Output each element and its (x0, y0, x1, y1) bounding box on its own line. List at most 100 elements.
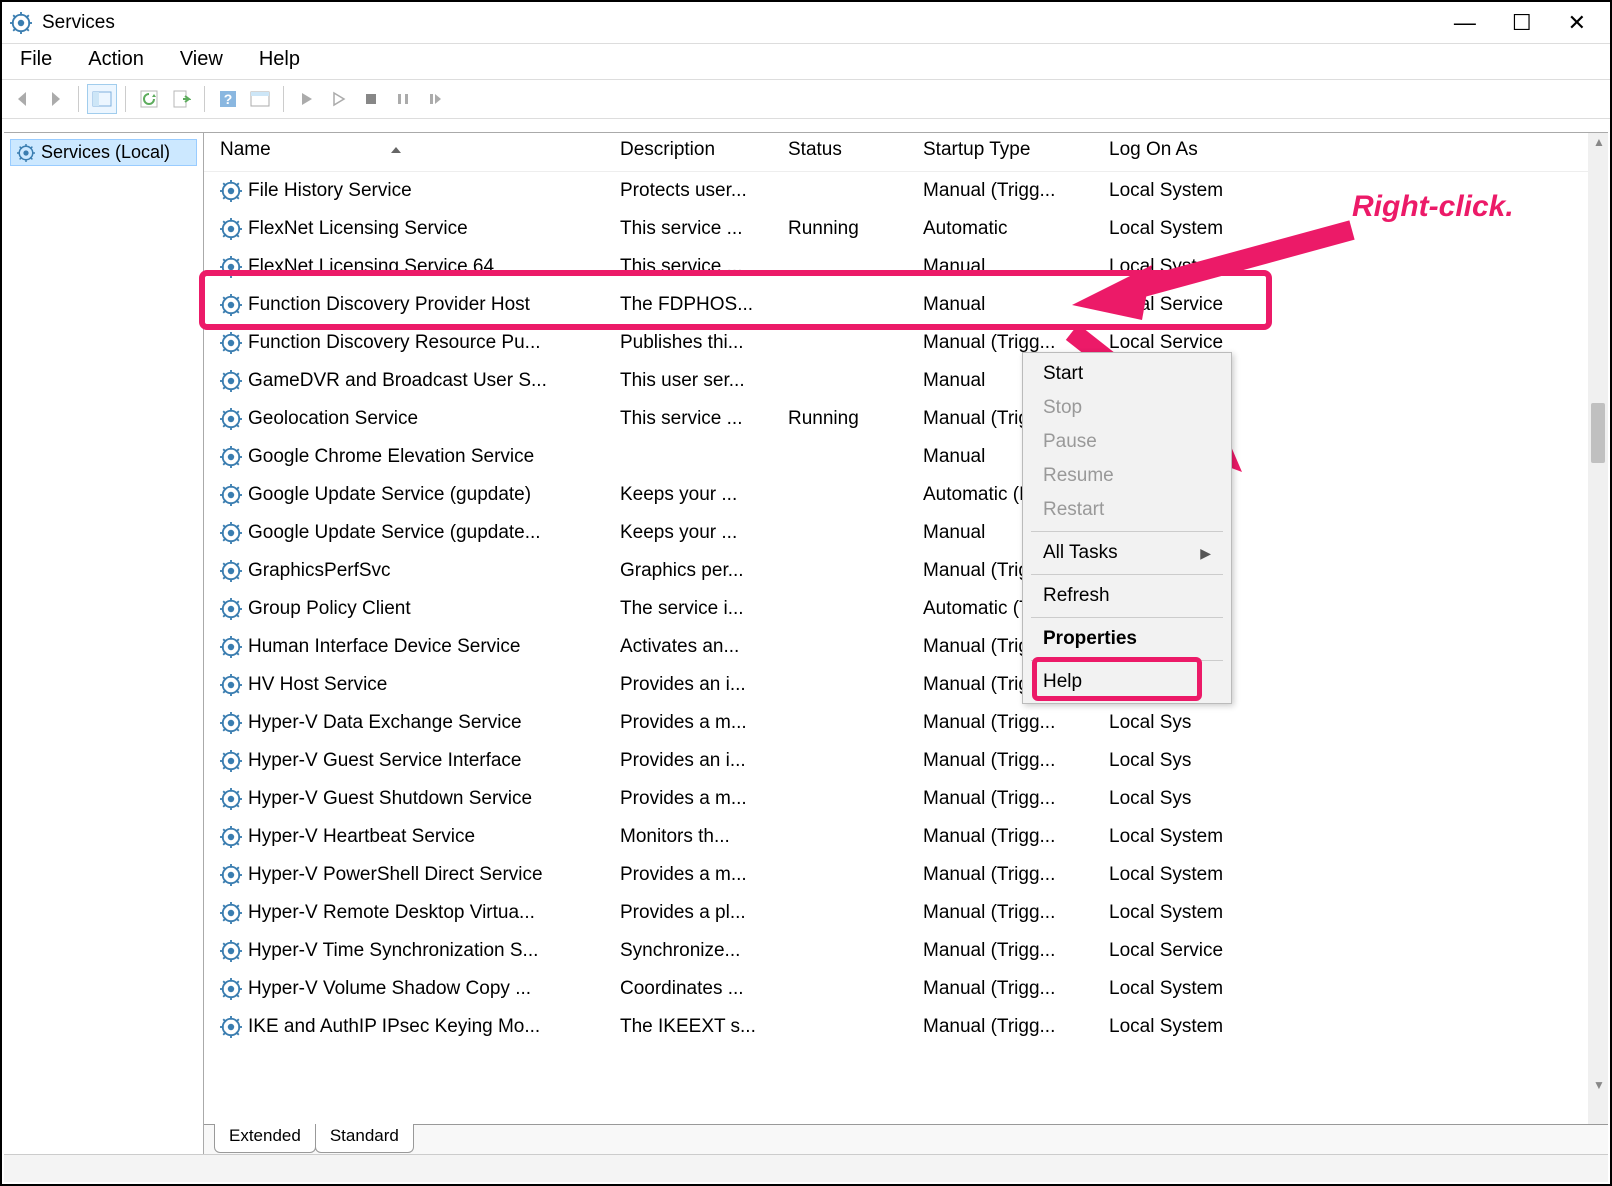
service-startup: Automatic (915, 218, 1101, 240)
svg-text:?: ? (224, 91, 233, 107)
pause-button[interactable] (388, 84, 418, 114)
cm-help[interactable]: Help (1023, 665, 1231, 699)
service-description: The IKEEXT s... (612, 1016, 780, 1038)
play-button[interactable] (292, 84, 322, 114)
gear-icon (220, 788, 242, 810)
col-header-logon[interactable]: Log On As (1101, 137, 1301, 163)
tab-extended[interactable]: Extended (214, 1124, 316, 1153)
service-logon: Local System (1101, 978, 1301, 1000)
service-row[interactable]: GraphicsPerfSvcGraphics per...Manual (Tr… (204, 552, 1608, 590)
service-description: Keeps your ... (612, 484, 780, 506)
tab-standard[interactable]: Standard (315, 1124, 414, 1153)
gear-icon (220, 560, 242, 582)
service-logon: Local Service (1101, 294, 1301, 316)
service-startup: Manual (Trigg... (915, 788, 1101, 810)
service-row[interactable]: GameDVR and Broadcast User S...This user… (204, 362, 1608, 400)
service-row[interactable]: HV Host ServiceProvides an i...Manual (T… (204, 666, 1608, 704)
maximize-button[interactable]: ☐ (1512, 10, 1532, 36)
service-row[interactable]: Hyper-V Heartbeat ServiceMonitors th...M… (204, 818, 1608, 856)
cm-start[interactable]: Start (1023, 357, 1231, 391)
service-row[interactable]: Hyper-V Guest Service InterfaceProvides … (204, 742, 1608, 780)
vertical-scrollbar[interactable]: ▲ ▼ (1588, 133, 1608, 1124)
gear-icon (220, 1016, 242, 1038)
service-startup: Manual (Trigg... (915, 750, 1101, 772)
nav-forward-button[interactable] (40, 84, 70, 114)
stop-button[interactable] (356, 84, 386, 114)
refresh-button[interactable] (134, 84, 164, 114)
show-hide-tree-button[interactable] (87, 84, 117, 114)
gear-icon (220, 674, 242, 696)
service-description: Coordinates ... (612, 978, 780, 1000)
scroll-up-icon[interactable]: ▲ (1593, 135, 1605, 149)
service-row[interactable]: Hyper-V Data Exchange ServiceProvides a … (204, 704, 1608, 742)
service-status: Running (780, 218, 915, 240)
close-button[interactable]: ✕ (1568, 10, 1586, 36)
menu-action[interactable]: Action (88, 48, 144, 71)
service-row[interactable]: Hyper-V Volume Shadow Copy ... Coordinate… (204, 970, 1608, 1008)
menu-view[interactable]: View (180, 48, 223, 71)
service-row[interactable]: Google Chrome Elevation ServiceManualLoc… (204, 438, 1608, 476)
service-row[interactable]: Google Update Service (gupdate) Keeps you… (204, 476, 1608, 514)
nav-back-button[interactable] (8, 84, 38, 114)
services-list-panel: Name Description Status Startup Type Log… (204, 133, 1608, 1154)
service-name: Google Update Service (gupdate) (248, 484, 531, 506)
service-description: The FDPHOS... (612, 294, 780, 316)
service-name: Hyper-V Volume Shadow Copy ... (248, 978, 531, 1000)
col-header-startup[interactable]: Startup Type (915, 137, 1101, 163)
service-description: Publishes thi... (612, 332, 780, 354)
service-logon: Local System (1101, 218, 1301, 240)
gear-icon (17, 144, 35, 162)
help-button[interactable]: ? (213, 84, 243, 114)
tree-panel: Services (Local) (4, 133, 204, 1154)
service-row[interactable]: Function Discovery Resource Pu...Publish… (204, 324, 1608, 362)
cm-refresh[interactable]: Refresh (1023, 579, 1231, 613)
menubar: File Action View Help (2, 44, 1610, 79)
col-header-description[interactable]: Description (612, 137, 780, 163)
col-header-name[interactable]: Name (204, 137, 612, 163)
menu-file[interactable]: File (20, 48, 52, 71)
restart-icon-button[interactable] (420, 84, 450, 114)
scroll-down-icon[interactable]: ▼ (1593, 1078, 1605, 1092)
service-name: Human Interface Device Service (248, 636, 520, 658)
cm-properties[interactable]: Properties (1023, 622, 1231, 656)
service-name: Hyper-V Remote Desktop Virtua... (248, 902, 535, 924)
minimize-button[interactable]: — (1454, 10, 1476, 36)
gear-icon (220, 180, 242, 202)
service-name: Hyper-V Guest Service Interface (248, 750, 522, 772)
play-outline-button[interactable] (324, 84, 354, 114)
service-startup: Manual (915, 256, 1101, 278)
gear-icon (220, 902, 242, 924)
service-logon: Local Sys (1101, 750, 1301, 772)
service-row[interactable]: Function Discovery Provider HostThe FDPH… (204, 286, 1608, 324)
service-row[interactable]: IKE and AuthIP IPsec Keying Mo...The IKE… (204, 1008, 1608, 1046)
export-list-button[interactable] (166, 84, 196, 114)
gear-icon (220, 256, 242, 278)
service-description: The service i... (612, 598, 780, 620)
cm-all-tasks[interactable]: All Tasks▶ (1023, 536, 1231, 570)
service-description: Provides an i... (612, 674, 780, 696)
service-startup: Manual (Trigg... (915, 712, 1101, 734)
service-row[interactable]: Hyper-V Remote Desktop Virtua...Provides… (204, 894, 1608, 932)
col-header-status[interactable]: Status (780, 137, 915, 163)
service-name: Google Update Service (gupdate... (248, 522, 541, 544)
service-row[interactable]: Hyper-V Guest Shutdown ServiceProvides a… (204, 780, 1608, 818)
service-description: This service ... (612, 256, 780, 278)
properties-icon-button[interactable] (245, 84, 275, 114)
service-description: Activates an... (612, 636, 780, 658)
service-row[interactable]: Group Policy ClientThe service i...Autom… (204, 590, 1608, 628)
service-row[interactable]: FlexNet Licensing Service 64This service… (204, 248, 1608, 286)
cm-pause: Pause (1023, 425, 1231, 459)
tree-root-item[interactable]: Services (Local) (10, 139, 197, 166)
service-logon: Local Service (1101, 332, 1301, 354)
service-row[interactable]: Hyper-V Time Synchronization S...Synchro… (204, 932, 1608, 970)
scrollbar-thumb[interactable] (1591, 403, 1605, 463)
service-name: File History Service (248, 180, 412, 202)
menu-help[interactable]: Help (259, 48, 300, 71)
service-startup: Manual (Trigg... (915, 1016, 1101, 1038)
gear-icon (220, 636, 242, 658)
service-row[interactable]: Google Update Service (gupdate...Keeps y… (204, 514, 1608, 552)
service-row[interactable]: Hyper-V PowerShell Direct ServiceProvide… (204, 856, 1608, 894)
service-row[interactable]: Human Interface Device Service Activates … (204, 628, 1608, 666)
context-menu: Start Stop Pause Resume Restart All Task… (1022, 352, 1232, 704)
service-row[interactable]: Geolocation ServiceThis service ...Runni… (204, 400, 1608, 438)
